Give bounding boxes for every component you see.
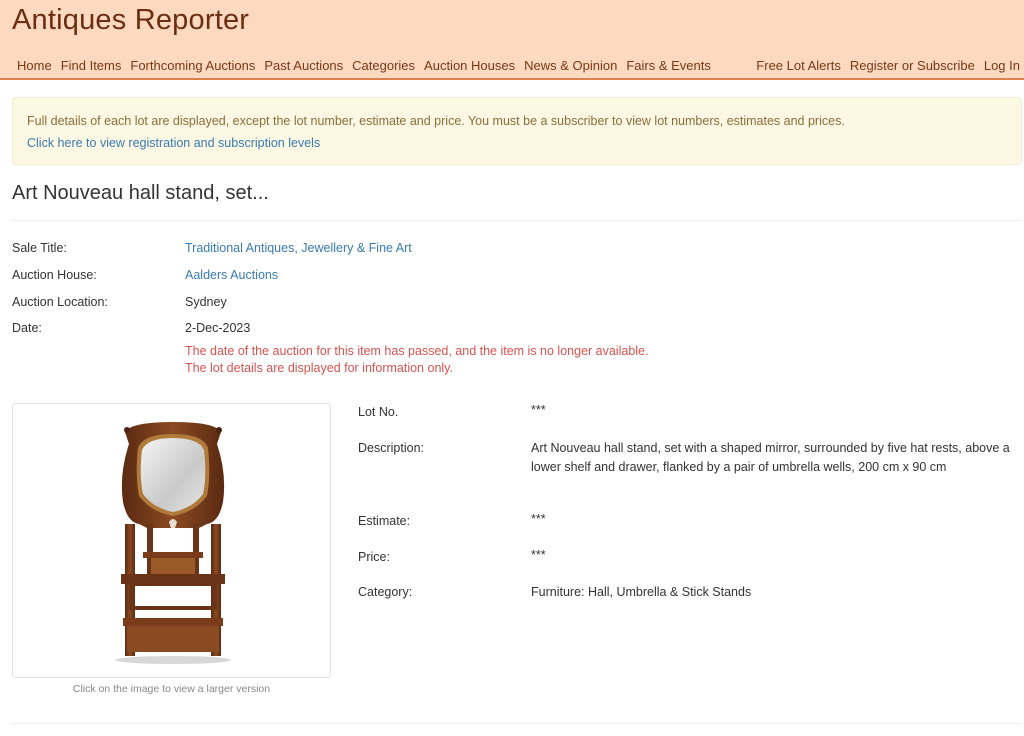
auction-passed-warning: The date of the auction for this item ha… (185, 344, 649, 358)
lot-image[interactable] (12, 403, 331, 678)
nav-free-lot-alerts[interactable]: Free Lot Alerts (756, 58, 841, 73)
sale-title-label: Sale Title: (12, 241, 67, 255)
lot-no-label: Lot No. (358, 405, 399, 419)
nav-fairs-events[interactable]: Fairs & Events (626, 58, 711, 73)
nav-find-items[interactable]: Find Items (61, 58, 122, 73)
nav-news-opinion[interactable]: News & Opinion (524, 58, 617, 73)
nav-home[interactable]: Home (17, 58, 52, 73)
subscriber-notice: Full details of each lot are displayed, … (12, 97, 1022, 165)
date-value: 2-Dec-2023 (185, 321, 251, 335)
nav-forthcoming-auctions[interactable]: Forthcoming Auctions (130, 58, 255, 73)
nav-log-in[interactable]: Log In (984, 58, 1020, 73)
subscription-levels-link[interactable]: Click here to view registration and subs… (27, 136, 320, 150)
auction-house-link[interactable]: Aalders Auctions (185, 268, 278, 282)
auction-location-value: Sydney (185, 295, 227, 309)
category-label: Category: (358, 585, 413, 599)
account-nav: Free Lot Alerts Register or Subscribe Lo… (747, 58, 1020, 73)
notice-text: Full details of each lot are displayed, … (27, 114, 845, 128)
description-value: Art Nouveau hall stand, set with a shape… (531, 441, 1010, 474)
auction-location-label: Auction Location: (12, 295, 108, 309)
sale-title-link[interactable]: Traditional Antiques, Jewellery & Fine A… (185, 241, 412, 255)
nav-past-auctions[interactable]: Past Auctions (264, 58, 343, 73)
hall-stand-image (115, 422, 231, 664)
divider (12, 220, 1022, 221)
nav-auction-houses[interactable]: Auction Houses (424, 58, 515, 73)
estimate-label: Estimate: (358, 514, 411, 528)
site-header: Antiques Reporter Home Find Items Forthc… (0, 0, 1024, 80)
description-label: Description: (358, 441, 424, 455)
main-nav: Home Find Items Forthcoming Auctions Pas… (17, 58, 720, 73)
price-value: *** (531, 548, 546, 562)
category-value: Furniture: Hall, Umbrella & Stick Stands (531, 585, 752, 599)
nav-register-subscribe[interactable]: Register or Subscribe (850, 58, 975, 73)
site-logo[interactable]: Antiques Reporter (12, 4, 249, 37)
date-label: Date: (12, 321, 42, 335)
lot-no-value: *** (531, 403, 546, 417)
divider (12, 723, 1022, 724)
info-only-warning: The lot details are displayed for inform… (185, 361, 453, 375)
image-caption: Click on the image to view a larger vers… (72, 683, 271, 695)
nav-categories[interactable]: Categories (352, 58, 415, 73)
auction-house-label: Auction House: (12, 268, 97, 282)
price-label: Price: (358, 550, 390, 564)
estimate-value: *** (531, 512, 546, 526)
lot-title: Art Nouveau hall stand, set... (12, 182, 269, 204)
